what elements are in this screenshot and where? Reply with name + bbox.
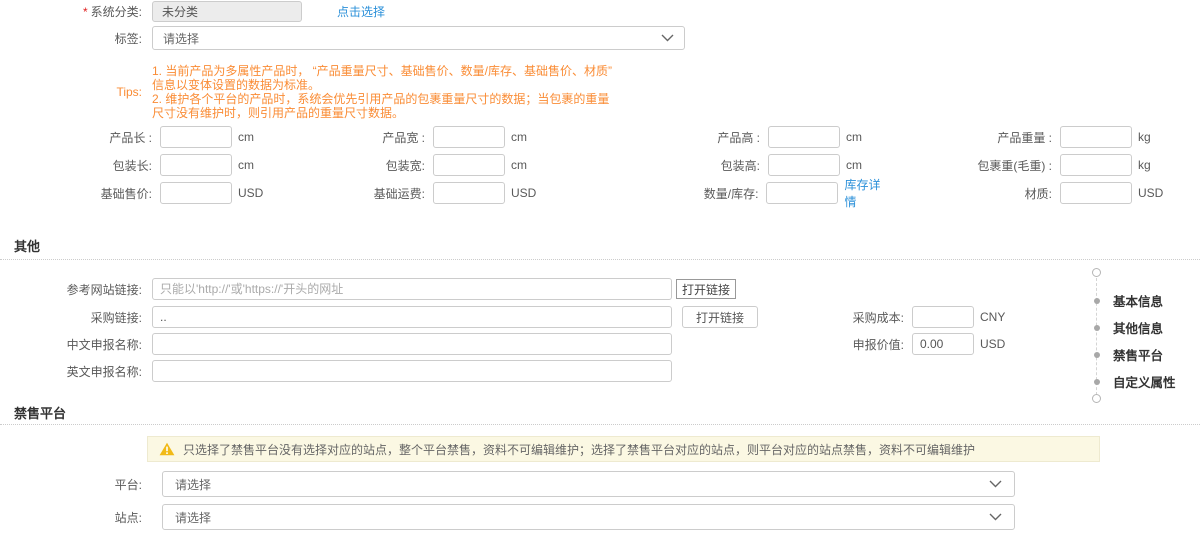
platform-select[interactable]: 请选择 xyxy=(162,471,1015,497)
field-product-height: 产品高 : cm xyxy=(600,126,892,148)
parcel-gross-weight-input[interactable] xyxy=(1060,154,1132,176)
reference-link-row: 参考网站链接: 打开链接 xyxy=(0,278,1100,300)
declare-value-label: 申报价值: xyxy=(852,337,904,352)
product-length-input[interactable] xyxy=(160,126,232,148)
reference-link-input[interactable] xyxy=(152,278,672,300)
cn-declare-name-input[interactable] xyxy=(152,333,672,355)
system-category-value-field: 未分类 xyxy=(152,0,302,22)
field-product-weight: 产品重量 : kg xyxy=(892,126,1151,148)
purchase-cost-field: 采购成本: CNY xyxy=(852,306,1005,328)
purchase-cost-input[interactable] xyxy=(912,306,974,328)
base-price-input[interactable] xyxy=(160,182,232,204)
dim-row-3: 基础售价: USD 基础运费: USD 数量/库存: 库存详情 材质: USD xyxy=(0,178,1200,209)
declare-value-unit: USD xyxy=(980,337,1006,351)
dim-row-2: 包装长: cm 包装宽: cm 包装高: cm 包裹重(毛重) : kg xyxy=(0,154,1200,176)
banned-platform-section-title: 禁售平台 xyxy=(14,406,67,421)
stock-detail-link[interactable]: 库存详情 xyxy=(844,176,892,210)
tips-text: 1. 当前产品为多属性产品时， “产品重量尺寸、基础售价、数量/库存、基础售价、… xyxy=(152,64,614,120)
nav-dot-icon xyxy=(1094,378,1100,385)
chevron-down-icon xyxy=(989,513,1002,521)
cn-declare-name-label: 中文申报名称: xyxy=(66,337,142,352)
quantity-stock-input[interactable] xyxy=(766,182,839,204)
nav-endpoint-bottom-icon xyxy=(1092,394,1101,403)
tips-block: Tips: 1. 当前产品为多属性产品时， “产品重量尺寸、基础售价、数量/库存… xyxy=(0,64,700,120)
product-weight-input[interactable] xyxy=(1060,126,1132,148)
dimensions-grid: 产品长 : cm 产品宽 : cm 产品高 : cm 产品重量 : kg 包装长: cm … xyxy=(0,126,1200,210)
required-asterisk: * xyxy=(82,4,88,19)
chevron-down-icon xyxy=(989,480,1002,488)
en-declare-name-label: 英文申报名称: xyxy=(66,364,142,379)
field-package-length: 包装长: cm xyxy=(0,154,264,176)
system-category-pick-link[interactable]: 点击选择 xyxy=(337,3,385,20)
banned-platform-warning: 只选择了禁售平台没有选择对应的站点，整个平台禁售，资料不可编辑维护；选择了禁售平… xyxy=(147,436,1100,462)
nav-item-other-info[interactable]: 其他信息 xyxy=(1088,318,1163,337)
field-package-height: 包装高: cm xyxy=(600,154,892,176)
reference-link-label: 参考网站链接: xyxy=(66,282,142,297)
field-base-shipping: 基础运费: USD xyxy=(264,182,600,204)
other-section-title: 其他 xyxy=(14,239,41,254)
warning-text: 只选择了禁售平台没有选择对应的站点，整个平台禁售，资料不可编辑维护；选择了禁售平… xyxy=(183,442,976,457)
open-reference-link-button[interactable]: 打开链接 xyxy=(676,279,737,299)
nav-item-custom-attributes[interactable]: 自定义属性 xyxy=(1088,372,1176,391)
field-quantity-stock: 数量/库存: 库存详情 xyxy=(600,176,892,210)
field-product-length: 产品长 : cm xyxy=(0,126,264,148)
platform-label: 平台: xyxy=(114,477,142,492)
site-label: 站点: xyxy=(114,510,142,525)
tags-select[interactable]: 请选择 xyxy=(152,26,685,50)
package-length-input[interactable] xyxy=(160,154,232,176)
open-purchase-link-button[interactable]: 打开链接 xyxy=(682,306,759,328)
warning-triangle-icon xyxy=(159,442,175,456)
product-edit-form: * 系统分类: 未分类 点击选择 标签: 请选择 Tips: 1. 当前产品为多属… xyxy=(0,0,1200,545)
other-section-divider xyxy=(0,259,1200,260)
tags-row: 标签: 请选择 xyxy=(0,26,700,50)
declare-value-field: 申报价值: USD xyxy=(852,333,1005,355)
system-category-label: * 系统分类: xyxy=(82,4,142,19)
tips-line-2: 2. 维护各个平台的产品时，系统会优先引用产品的包裹重量尺寸的数据；当包裹的重量… xyxy=(152,92,610,120)
tips-label: Tips: xyxy=(116,85,142,99)
site-select[interactable]: 请选择 xyxy=(162,504,1015,530)
system-category-row: * 系统分类: 未分类 点击选择 xyxy=(0,0,700,22)
package-height-input[interactable] xyxy=(768,154,840,176)
nav-item-banned-platform[interactable]: 禁售平台 xyxy=(1088,345,1163,364)
field-material: 材质: USD xyxy=(892,182,1163,204)
field-package-width: 包装宽: cm xyxy=(264,154,600,176)
tips-line-1: 1. 当前产品为多属性产品时， “产品重量尺寸、基础售价、数量/库存、基础售价、… xyxy=(152,64,613,92)
en-declare-name-row: 英文申报名称: xyxy=(0,360,1100,382)
field-parcel-gross-weight: 包裹重(毛重) : kg xyxy=(892,154,1151,176)
en-declare-name-input[interactable] xyxy=(152,360,672,382)
nav-item-basic-info[interactable]: 基本信息 xyxy=(1088,291,1163,310)
purchase-link-row: 采购链接: 打开链接 采购成本: CNY xyxy=(0,306,1100,328)
package-width-input[interactable] xyxy=(433,154,505,176)
tags-select-value: 请选择 xyxy=(163,31,200,46)
chevron-down-icon xyxy=(661,34,674,42)
purchase-link-label: 采购链接: xyxy=(90,310,142,325)
product-height-input[interactable] xyxy=(768,126,840,148)
nav-dot-icon xyxy=(1094,351,1100,358)
material-input[interactable] xyxy=(1060,182,1132,204)
field-product-width: 产品宽 : cm xyxy=(264,126,600,148)
field-base-price: 基础售价: USD xyxy=(0,182,264,204)
tags-label: 标签: xyxy=(114,31,142,46)
purchase-cost-label: 采购成本: xyxy=(852,310,904,325)
purchase-cost-unit: CNY xyxy=(980,310,1006,324)
product-width-input[interactable] xyxy=(433,126,505,148)
cn-declare-name-row: 中文申报名称: 申报价值: USD xyxy=(0,333,1100,355)
nav-dot-icon xyxy=(1094,324,1100,331)
declare-value-input[interactable] xyxy=(912,333,974,355)
site-select-value: 请选择 xyxy=(175,510,212,525)
base-shipping-input[interactable] xyxy=(433,182,505,204)
banned-platform-divider xyxy=(0,424,1200,425)
dim-row-1: 产品长 : cm 产品宽 : cm 产品高 : cm 产品重量 : kg xyxy=(0,126,1200,148)
nav-endpoint-top-icon xyxy=(1092,268,1101,277)
platform-select-value: 请选择 xyxy=(175,477,212,492)
purchase-link-input[interactable] xyxy=(152,306,672,328)
nav-dot-icon xyxy=(1094,297,1100,304)
